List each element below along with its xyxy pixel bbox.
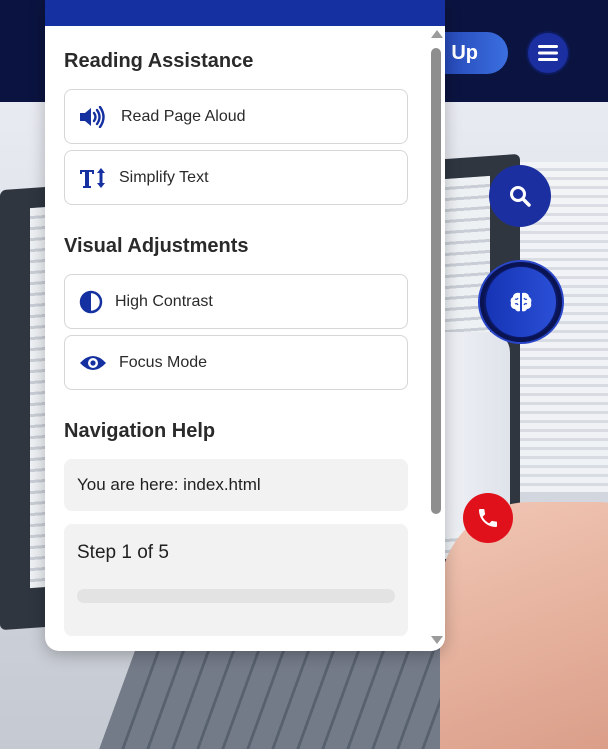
step-text: Step 1 of 5: [77, 542, 169, 563]
hamburger-menu-button[interactable]: [528, 33, 568, 73]
scroll-up-arrow-icon[interactable]: [431, 30, 443, 38]
signup-button-label: Up: [451, 41, 478, 64]
call-fab-button[interactable]: [463, 493, 513, 543]
high-contrast-button[interactable]: High Contrast: [64, 274, 408, 329]
scrollbar-thumb[interactable]: [431, 48, 441, 514]
eye-icon: [79, 350, 109, 376]
read-aloud-button[interactable]: Read Page Aloud: [64, 89, 408, 144]
location-text: You are here: index.html: [77, 475, 261, 494]
section-title-reading: Reading Assistance: [64, 50, 254, 72]
scroll-down-arrow-icon[interactable]: [431, 636, 443, 644]
location-indicator: You are here: index.html: [64, 459, 408, 511]
high-contrast-label: High Contrast: [115, 292, 213, 310]
search-icon: [510, 186, 531, 207]
focus-mode-button[interactable]: Focus Mode: [64, 335, 408, 390]
section-title-navigation: Navigation Help: [64, 420, 216, 442]
accessibility-fab-button[interactable]: [480, 262, 562, 342]
brain-icon: [510, 292, 532, 312]
hamburger-icon: [538, 45, 558, 61]
step-progress-bar: [77, 589, 395, 603]
read-aloud-label: Read Page Aloud: [121, 107, 246, 125]
text-height-icon: [79, 165, 109, 191]
simplify-text-button[interactable]: Simplify Text: [64, 150, 408, 205]
search-fab-button[interactable]: [489, 165, 551, 227]
simplify-text-label: Simplify Text: [119, 168, 209, 186]
phone-icon: [479, 509, 497, 527]
panel-content: Reading Assistance Read Page Aloud Simpl…: [45, 26, 427, 651]
panel-scrollbar[interactable]: [427, 26, 445, 651]
panel-header-bar: [45, 0, 445, 26]
section-title-visual: Visual Adjustments: [64, 235, 249, 257]
step-progress-card: Step 1 of 5: [64, 524, 408, 636]
half-circle-icon: [79, 289, 109, 315]
speaker-icon: [79, 104, 109, 130]
accessibility-panel: Reading Assistance Read Page Aloud Simpl…: [45, 0, 445, 651]
focus-mode-label: Focus Mode: [119, 353, 208, 371]
